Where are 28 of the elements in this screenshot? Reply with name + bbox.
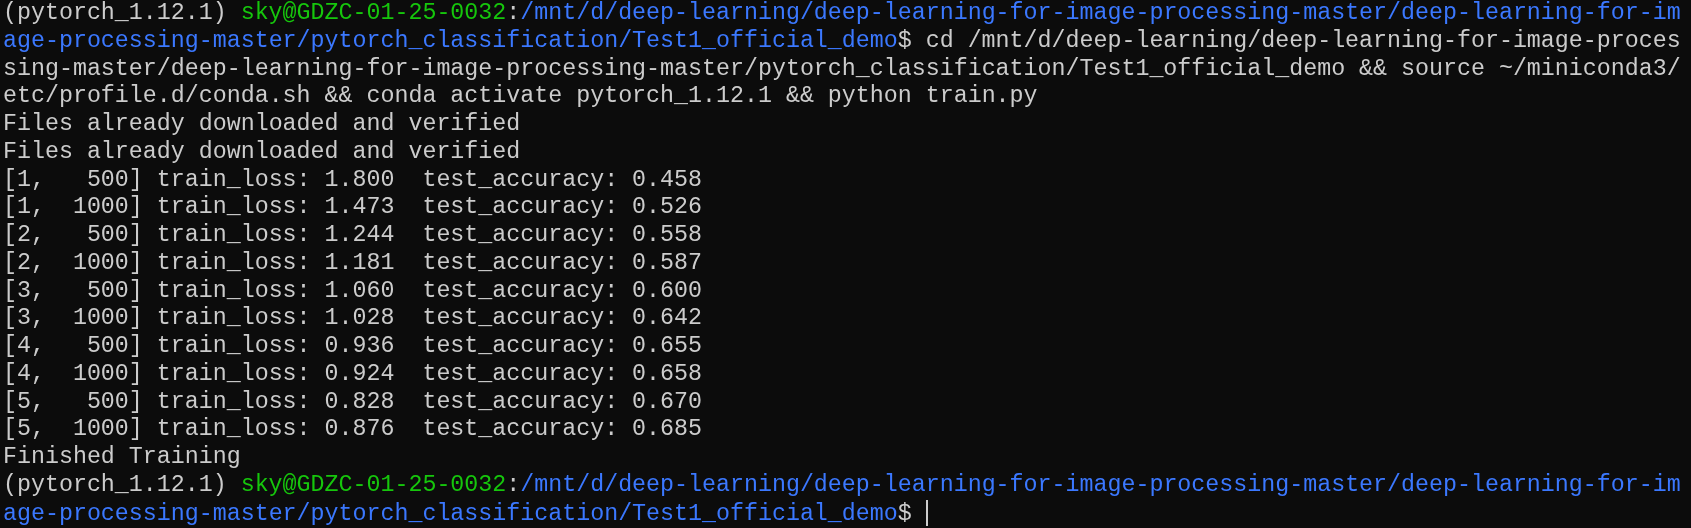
output-line: Files already downloaded and verified [3, 111, 521, 137]
user-host: sky@GDZC-01-25-0032 [240, 471, 507, 498]
working-directory: age-processing-master/pytorch_classification/Test1_official_demo [3, 500, 898, 527]
output-line: [3, 1000] train_loss: 1.028 test_accuracy: 0.642 [3, 305, 703, 332]
prompt-symbol: $ [897, 27, 912, 54]
prompt-separator: : [506, 471, 521, 498]
output-line: [4, 1000] train_loss: 0.924 test_accuracy: 0.658 [3, 360, 703, 387]
output-line: [2, 500] train_loss: 1.244 test_accuracy: 0.558 [3, 222, 703, 248]
prompt-separator: : [506, 0, 521, 26]
output-line: Files already downloaded and verified [3, 138, 521, 165]
working-directory: age-processing-master/pytorch_classification/Test1_official_demo [3, 27, 898, 54]
output-line: [4, 500] train_loss: 0.936 test_accuracy: 0.655 [3, 333, 703, 359]
output-line: [1, 500] train_loss: 1.800 test_accuracy: 0.458 [3, 166, 703, 193]
prompt-symbol: $ [897, 500, 912, 527]
output-line: [1, 1000] train_loss: 1.473 test_accuracy: 0.526 [3, 194, 703, 221]
user-host: sky@GDZC-01-25-0032 [240, 0, 507, 26]
output-line: [2, 1000] train_loss: 1.181 test_accuracy: 0.587 [3, 249, 703, 276]
output-line: Finished Training [3, 444, 241, 470]
command-text: cd /mnt/d/deep-learning/deep-learning-for-image-proces [925, 27, 1681, 54]
output-line: [5, 1000] train_loss: 0.876 test_accuracy: 0.685 [3, 416, 703, 443]
working-directory: /mnt/d/deep-learning/deep-learning-for-image-processing-master/deep-learning-for-im [520, 471, 1681, 498]
output-line: sing-master/deep-learning-for-image-processing-master/pytorch_classification/Test1_official_demo && source ~/miniconda3/ [3, 55, 1681, 82]
output-line: [3, 500] train_loss: 1.060 test_accuracy: 0.600 [3, 277, 703, 304]
working-directory: /mnt/d/deep-learning/deep-learning-for-image-processing-master/deep-learning-for-im [520, 0, 1681, 26]
conda-env: (pytorch_1.12.1) [3, 471, 227, 498]
output-line: etc/profile.d/conda.sh && conda activate pytorch_1.12.1 && python train.py [3, 83, 1038, 110]
output-line: [5, 500] train_loss: 0.828 test_accuracy: 0.670 [3, 388, 703, 415]
conda-env: (pytorch_1.12.1) [3, 0, 227, 26]
